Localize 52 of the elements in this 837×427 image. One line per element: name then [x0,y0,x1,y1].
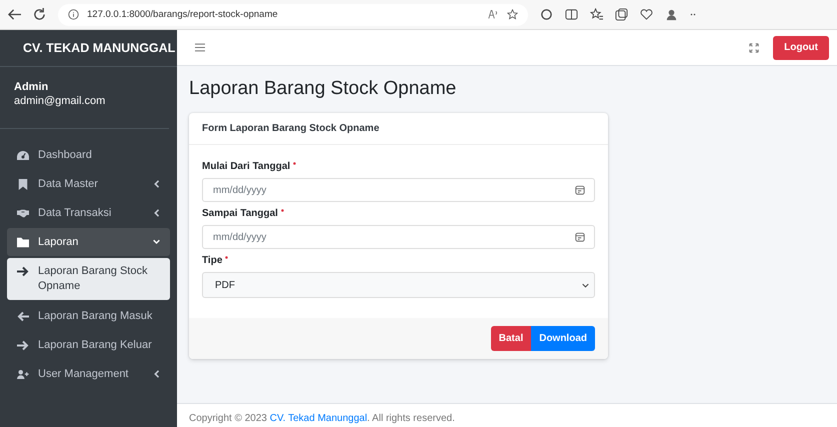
copyright-text: Copyright © 2023 CV. Tekad Manunggal. All rights reserved. [189,413,455,424]
caret-icon [582,282,589,288]
page-title: Laporan Barang Stock Opname [189,78,458,100]
info-icon [68,9,79,20]
calendar-icon[interactable] [575,185,585,195]
sidebar-item[interactable]: Data Transaksi [7,199,170,227]
calendar-icon[interactable] [575,232,585,242]
company-link[interactable]: CV. Tekad Manunggal [270,413,368,424]
favorites-icon[interactable] [590,8,603,21]
date-field[interactable]: mm/dd/yyyy [202,178,595,202]
sidebar-item[interactable]: Dashboard [7,141,170,169]
user-plus-icon [17,368,29,380]
submenu-item[interactable]: Laporan Barang Stock Opname [7,258,170,300]
chevron-left-icon [153,180,160,188]
field-label: Sampai Tanggal [202,208,278,219]
logout-button[interactable]: Logout [773,36,829,60]
split-screen-icon[interactable] [565,8,578,21]
reload-icon[interactable] [33,8,46,21]
gauge-icon [17,150,29,160]
field-label: Tipe [202,255,222,266]
back-arrow-icon[interactable] [8,8,21,21]
submenu-item[interactable]: Laporan Barang Keluar [7,331,170,359]
folder-icon [17,236,29,248]
address-bar[interactable]: 127.0.0.1:8000/barangs/report-stock-opname [58,4,528,26]
url-text: 127.0.0.1:8000/barangs/report-stock-opname [87,9,278,20]
chevron-down-icon [153,238,160,246]
arrow-right-icon [17,266,29,277]
submenu-item[interactable]: Laporan Barang Masuk [7,302,170,330]
chevron-left-icon [153,370,160,378]
field-label: Mulai Dari Tanggal [202,161,290,172]
bookmark-icon [17,178,29,190]
select-field[interactable]: PDF [202,272,595,298]
date-field[interactable]: mm/dd/yyyy [202,225,595,249]
arrow-right-icon [17,340,29,350]
fullscreen-icon[interactable] [749,42,760,52]
heart-icon[interactable] [640,8,653,21]
card-title: Form Laporan Barang Stock Opname [189,113,608,145]
sidebar-item[interactable]: Data Master [7,170,170,198]
download-button[interactable]: Download [531,326,595,351]
handshake-icon [17,208,29,218]
user-email: admin@gmail.com [14,95,106,107]
star-icon[interactable] [507,9,518,20]
sidebar-item[interactable]: User Management [7,360,170,388]
user-name: Admin [14,81,50,93]
profile-icon[interactable] [665,8,678,21]
chevron-left-icon [153,209,160,217]
arrow-left-icon [17,310,29,322]
menu-icon[interactable] [195,43,205,52]
sidebar-item[interactable]: Laporan [7,228,170,256]
collections-icon[interactable] [615,8,628,21]
cancel-button[interactable]: Batal [490,326,532,351]
read-aloud-icon[interactable] [488,9,499,20]
